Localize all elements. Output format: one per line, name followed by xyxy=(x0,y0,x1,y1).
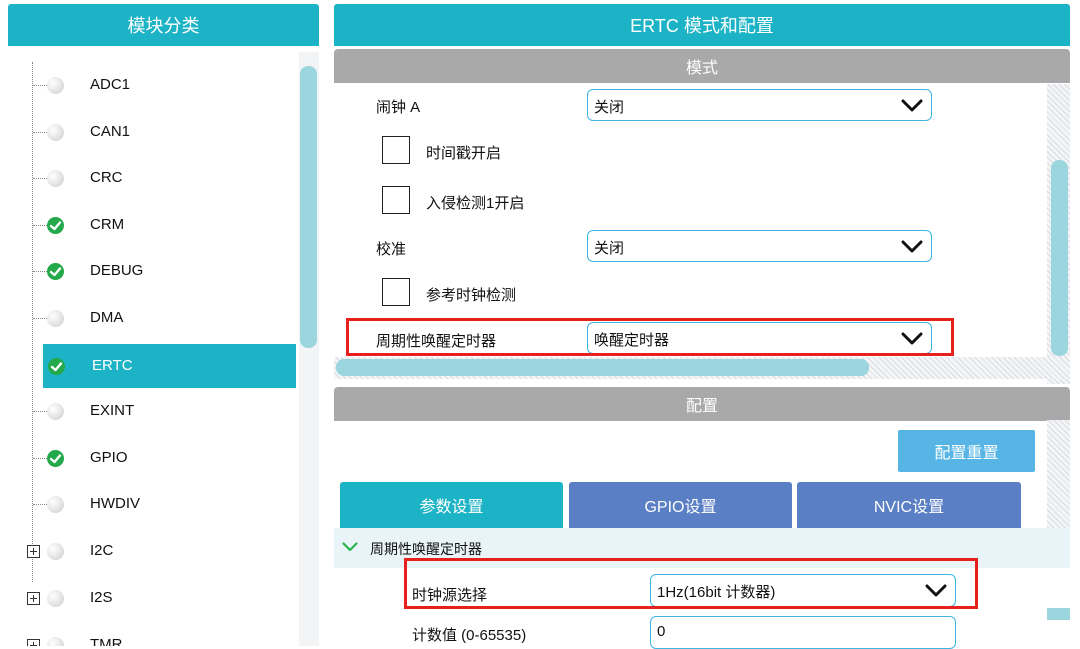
module-list-scroll-thumb[interactable] xyxy=(300,66,317,348)
ertc-config-title: ERTC 模式和配置 xyxy=(630,16,774,36)
ref-clock-detect-label: 参考时钟检测 xyxy=(426,287,517,304)
module-label: I2S xyxy=(90,589,113,606)
chevron-down-icon xyxy=(901,99,923,112)
module-label: CRM xyxy=(90,216,125,233)
module-item-can1[interactable]: CAN1 xyxy=(8,110,296,154)
alarm-a-select[interactable]: 关闭 xyxy=(587,89,932,121)
chevron-down-icon xyxy=(342,542,358,552)
expand-plus-icon[interactable] xyxy=(27,639,40,646)
tab-label: 参数设置 xyxy=(419,499,484,516)
highlight-clock-source xyxy=(404,558,978,609)
module-label: CAN1 xyxy=(90,123,131,140)
module-category-title: 模块分类 xyxy=(127,16,200,36)
status-dot-icon xyxy=(47,77,64,94)
module-label: CRC xyxy=(90,169,123,186)
status-dot-icon xyxy=(47,403,64,420)
module-item-crc[interactable]: CRC xyxy=(8,156,296,200)
alarm-a-label: 闹钟 A xyxy=(376,99,421,116)
module-item-tmr[interactable]: TMR xyxy=(8,623,296,646)
module-item-adc1[interactable]: ADC1 xyxy=(8,63,296,107)
calibration-label: 校准 xyxy=(376,241,407,258)
module-item-dma[interactable]: DMA xyxy=(8,296,296,340)
check-circle-icon xyxy=(47,263,64,280)
expand-plus-icon[interactable] xyxy=(27,545,40,558)
counter-value: 0 xyxy=(657,623,666,640)
tab-label: GPIO设置 xyxy=(644,499,717,516)
check-circle-icon xyxy=(47,450,64,467)
module-item-exint[interactable]: EXINT xyxy=(8,389,296,433)
chevron-down-icon xyxy=(901,240,923,253)
module-category-header: 模块分类 xyxy=(8,4,319,46)
ertc-config-header: ERTC 模式和配置 xyxy=(334,4,1070,46)
module-item-hwdiv[interactable]: HWDIV xyxy=(8,482,296,526)
module-tree: ADC1 CAN1 CRC CRM DEBUG DMA ERTC EXINT G… xyxy=(8,52,298,646)
tab-params[interactable]: 参数设置 xyxy=(340,482,563,528)
calibration-select[interactable]: 关闭 xyxy=(587,230,932,262)
counter-input[interactable]: 0 xyxy=(650,616,956,649)
module-item-crm[interactable]: CRM xyxy=(8,203,296,247)
status-dot-icon xyxy=(47,496,64,513)
config-section-bar: 配置 xyxy=(334,387,1070,421)
timestamp-checkbox[interactable] xyxy=(382,136,410,164)
alarm-a-value: 关闭 xyxy=(594,99,625,116)
tab-label: NVIC设置 xyxy=(873,499,945,516)
status-dot-icon xyxy=(47,637,64,646)
tamper1-checkbox[interactable] xyxy=(382,186,410,214)
status-dot-icon xyxy=(47,310,64,327)
module-label: HWDIV xyxy=(90,495,140,512)
mode-section-title: 模式 xyxy=(685,60,718,77)
ref-clock-detect-checkbox[interactable] xyxy=(382,278,410,306)
param-group-title: 周期性唤醒定时器 xyxy=(370,541,482,557)
module-label: DEBUG xyxy=(90,262,144,279)
check-circle-icon xyxy=(47,217,64,234)
module-label: TMR xyxy=(90,636,123,646)
counter-label: 计数值 (0-65535) xyxy=(412,627,527,644)
module-label: DMA xyxy=(90,309,124,326)
status-dot-icon xyxy=(47,124,64,141)
status-dot-icon xyxy=(47,170,64,187)
tab-gpio[interactable]: GPIO设置 xyxy=(569,482,792,528)
module-label: I2C xyxy=(90,542,114,559)
module-item-i2c[interactable]: I2C xyxy=(8,529,296,573)
highlight-periodic-wakeup xyxy=(346,318,954,356)
status-dot-icon xyxy=(47,590,64,607)
module-item-gpio[interactable]: GPIO xyxy=(8,436,296,480)
expand-plus-icon[interactable] xyxy=(27,592,40,605)
tamper1-label: 入侵检测1开启 xyxy=(426,195,525,212)
mode-scroll-thumb[interactable] xyxy=(1051,160,1068,356)
config-reset-label: 配置重置 xyxy=(934,445,999,462)
timestamp-label: 时间戳开启 xyxy=(426,145,502,162)
module-label: ERTC xyxy=(92,357,133,374)
status-dot-icon xyxy=(47,543,64,560)
module-label: ADC1 xyxy=(90,76,131,93)
calibration-value: 关闭 xyxy=(594,240,625,257)
check-circle-icon xyxy=(48,358,65,375)
module-label: EXINT xyxy=(90,402,135,419)
mode-section-bar: 模式 xyxy=(334,49,1070,83)
module-item-debug[interactable]: DEBUG xyxy=(8,249,296,293)
config-section-title: 配置 xyxy=(685,398,718,415)
mode-hscroll-thumb[interactable] xyxy=(336,359,869,376)
module-label: GPIO xyxy=(90,449,128,466)
tab-nvic[interactable]: NVIC设置 xyxy=(797,482,1021,528)
module-item-i2s[interactable]: I2S xyxy=(8,576,296,620)
module-item-ertc[interactable]: ERTC xyxy=(43,344,296,388)
config-reset-button[interactable]: 配置重置 xyxy=(898,430,1035,472)
param-scroll-thumb[interactable] xyxy=(1047,608,1070,620)
